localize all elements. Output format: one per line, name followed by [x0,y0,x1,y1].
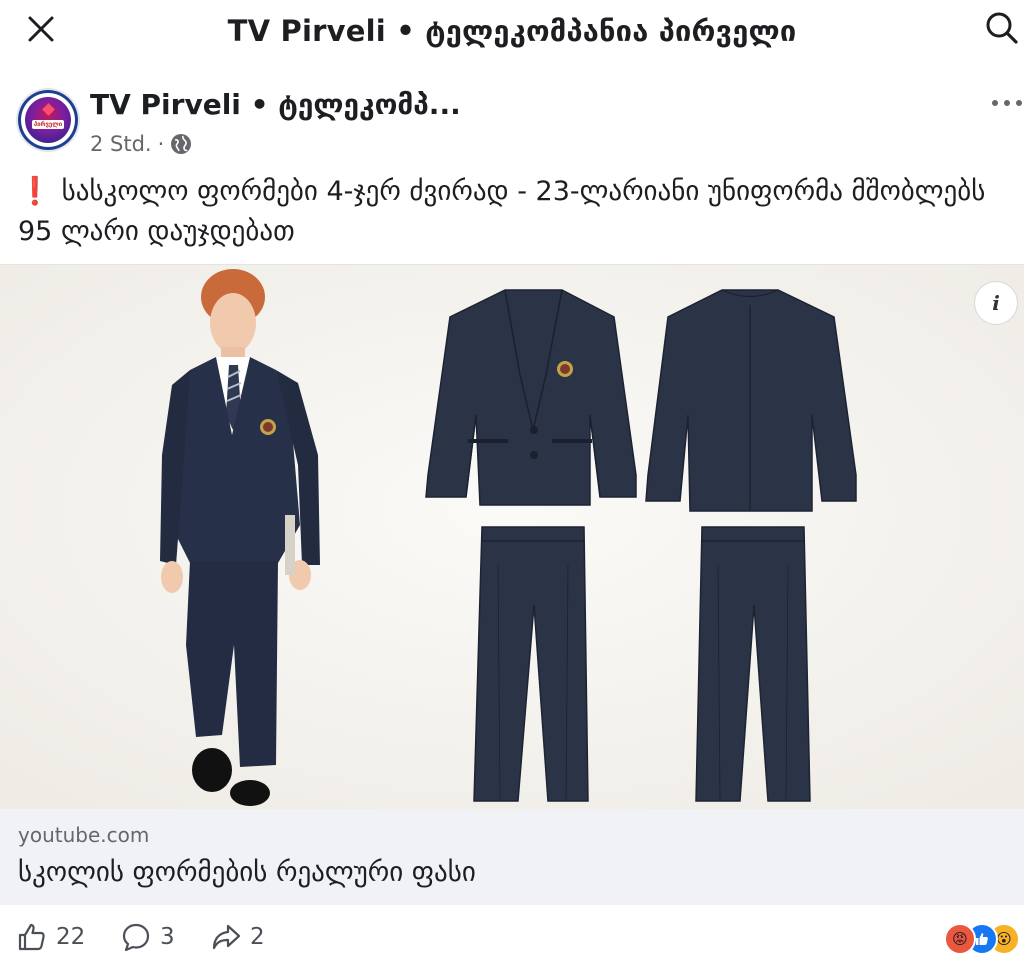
angry-icon: 😡 [944,923,976,955]
reactions-summary[interactable]: 😡 😮 [944,923,1020,955]
thumbs-up-icon [18,923,45,951]
exclamation-icon: ❗ [18,176,52,207]
post-time[interactable]: 2 Std. [90,132,152,156]
post-text-body: სასკოლო ფორმები 4-ჯერ ძვირად - 23-ლარიან… [18,176,986,247]
page-name-link[interactable]: TV Pirveli • ტელეკომპ... [90,88,461,121]
share-button[interactable]: 2 [210,921,265,953]
globe-icon [171,134,192,154]
link-title[interactable]: სკოლის ფორმების რეალური ფასი [18,857,476,888]
school-uniform-image [0,265,1024,810]
like-button[interactable]: 22 [16,921,85,953]
comment-count: 3 [160,924,175,950]
post-meta: 2 Std. · [90,132,192,156]
comment-icon [122,923,150,952]
like-count: 22 [56,924,86,950]
more-options-button[interactable] [992,92,1022,112]
post-text: ❗ სასკოლო ფორმები 4-ჯერ ძვირად - 23-ლარია… [18,172,1008,252]
jacket-back-drawing [645,289,857,512]
share-count: 2 [250,924,265,950]
link-preview-image[interactable]: i [0,264,1024,810]
share-icon [212,924,241,950]
jacket-front-drawing [425,289,637,506]
action-bar: 22 3 2 😡 😮 [0,905,1024,973]
avatar[interactable]: პირველი [18,90,78,150]
meta-separator: · [157,132,165,156]
link-card[interactable]: youtube.com სკოლის ფორმების რეალური ფასი [0,809,1024,905]
avatar-logo-text: პირველი [32,120,64,129]
top-bar: TV Pirveli • ტელეკომპანია პირველი [0,0,1024,64]
link-domain: youtube.com [18,823,150,847]
page-title: TV Pirveli • ტელეკომპანია პირველი [227,14,797,48]
post-header: პირველი TV Pirveli • ტელეკომპ... 2 Std. … [0,84,1024,164]
search-icon[interactable] [984,10,1020,46]
info-button[interactable]: i [974,281,1018,325]
comment-button[interactable]: 3 [120,921,175,953]
close-icon[interactable] [26,14,56,44]
